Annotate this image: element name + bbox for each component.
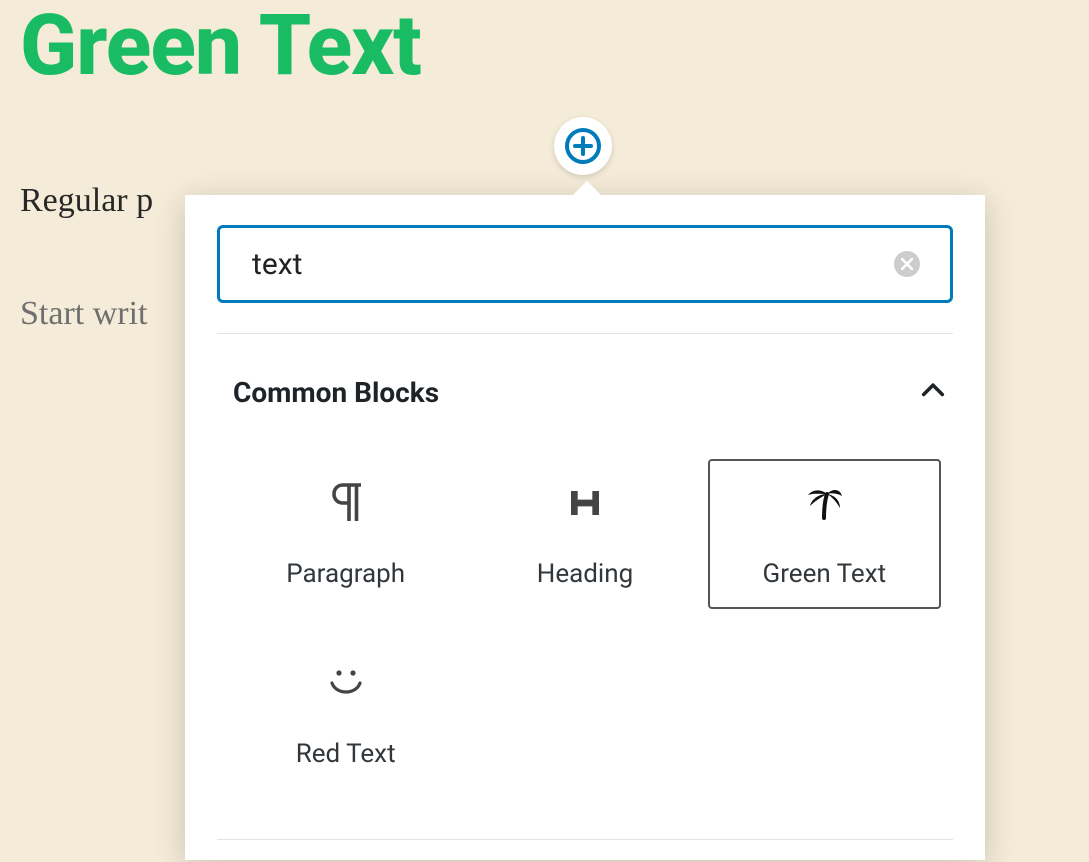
add-block-button[interactable] — [554, 117, 612, 175]
palm-icon — [804, 479, 844, 527]
chevron-up-icon — [919, 377, 947, 409]
block-search-wrap — [217, 225, 953, 303]
smile-icon — [326, 659, 366, 707]
block-list: Paragraph Heading Green Text — [217, 459, 953, 789]
close-icon — [901, 258, 913, 270]
divider — [217, 333, 953, 334]
block-label: Red Text — [296, 739, 396, 769]
clear-search-button[interactable] — [894, 251, 920, 277]
block-inserter-popover: Common Blocks Paragraph Heading — [185, 195, 985, 860]
block-label: Green Text — [763, 559, 887, 589]
block-category-header[interactable]: Common Blocks — [217, 376, 953, 409]
page-title[interactable]: Green Text — [0, 0, 1089, 92]
block-search-input[interactable] — [250, 246, 894, 283]
block-category-title: Common Blocks — [233, 376, 439, 409]
divider — [217, 839, 953, 840]
block-item-paragraph[interactable]: Paragraph — [229, 459, 462, 609]
block-label: Paragraph — [286, 559, 405, 589]
heading-icon — [569, 479, 601, 527]
pilcrow-icon — [328, 479, 364, 527]
block-label: Heading — [537, 559, 633, 589]
block-item-red-text[interactable]: Red Text — [229, 639, 462, 789]
plus-circle-icon — [563, 126, 603, 166]
block-item-heading[interactable]: Heading — [468, 459, 701, 609]
block-item-green-text[interactable]: Green Text — [708, 459, 941, 609]
